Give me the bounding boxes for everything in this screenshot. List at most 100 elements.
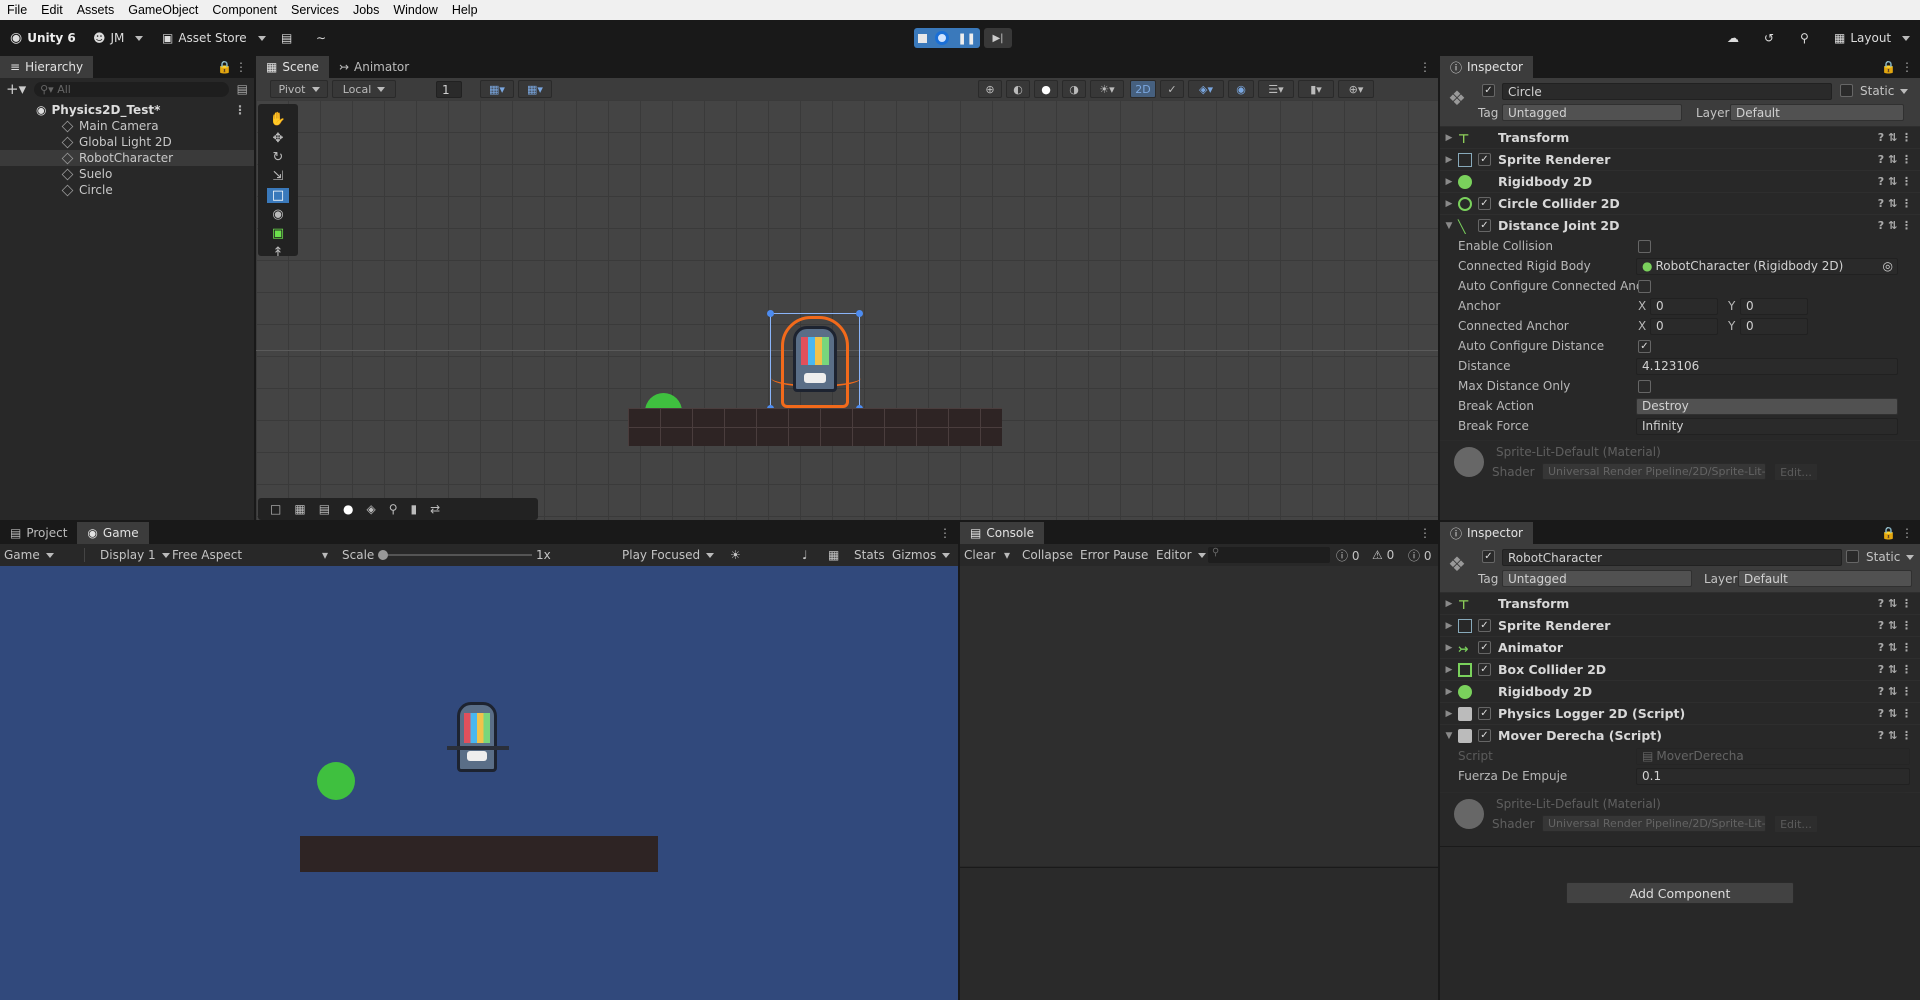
menu-file[interactable]: File — [0, 3, 34, 17]
history-icon[interactable]: ↺ — [1764, 31, 1774, 45]
component-enabled-checkbox[interactable]: ✓ — [1478, 729, 1491, 742]
layers-icon[interactable]: ☰▾ — [1258, 80, 1294, 98]
menu-jobs[interactable]: Jobs — [346, 3, 386, 17]
game-menu-icon[interactable]: ⋮ — [939, 526, 951, 540]
component-transform[interactable]: ▶ ⊤ Transform ? ⇅ ⋮ — [1440, 592, 1920, 614]
ground-object[interactable] — [628, 408, 1002, 446]
robot-selection-rect[interactable] — [767, 310, 863, 412]
audio-fx-icon[interactable]: ◈▾ — [1188, 80, 1224, 98]
tag-dropdown[interactable]: Untagged — [1502, 104, 1682, 121]
shader-dropdown[interactable]: Universal Render Pipeline/2D/Sprite-Lit-… — [1542, 463, 1766, 480]
clear-button[interactable]: Clear — [964, 548, 995, 562]
enable-collision-checkbox[interactable] — [1638, 239, 1651, 253]
stats-button[interactable]: Stats — [854, 548, 885, 562]
component-actions[interactable]: ? ⇅ ⋮ — [1878, 641, 1912, 654]
inspector-menu-icon[interactable]: ⋮ — [1901, 60, 1913, 74]
tab-console[interactable]: ▤ Console — [960, 522, 1044, 544]
menu-edit[interactable]: Edit — [34, 3, 70, 17]
lock-icon[interactable]: 🔒 — [1881, 60, 1896, 74]
clear-caret-icon[interactable]: ▾ — [1004, 548, 1010, 562]
shading-wire-icon[interactable]: ◐ — [1006, 80, 1030, 98]
aspect-caret-icon[interactable]: ▾ — [322, 548, 328, 562]
static-checkbox[interactable] — [1840, 84, 1853, 97]
component-enabled-checkbox[interactable]: ✓ — [1478, 707, 1491, 720]
menu-services[interactable]: Services — [284, 3, 346, 17]
unity-button[interactable]: ◉ Unity 6 — [10, 30, 76, 46]
scale-slider-handle[interactable] — [378, 550, 388, 560]
tab-game[interactable]: ◉ Game — [77, 522, 149, 544]
resize-handle[interactable] — [767, 310, 774, 317]
transform-tool-icon[interactable]: ◉ — [272, 207, 283, 222]
debug-icon[interactable]: ☀▾ — [1090, 80, 1124, 98]
auto-configure-distance-checkbox[interactable]: ✓ — [1638, 339, 1651, 353]
auto-configure-connected-checkbox[interactable] — [1638, 279, 1651, 293]
hierarchy-search-input[interactable]: ⚲▾ All — [34, 81, 229, 97]
lock-icon[interactable]: 🔒 — [1881, 526, 1896, 540]
component-distance-joint[interactable]: ▼ ╲ ✓ Distance Joint 2D ? ⇅ ⋮ — [1440, 214, 1920, 236]
component-actions[interactable]: ? ⇅ ⋮ — [1878, 219, 1912, 232]
tab-inspector[interactable]: ⓘ Inspector — [1440, 522, 1533, 544]
hierarchy-item[interactable]: RobotCharacter — [0, 150, 254, 166]
add-component-button[interactable]: Add Component — [1566, 882, 1794, 904]
overlay-rect-icon[interactable]: □ — [270, 502, 281, 516]
connected-anchor-x-input[interactable]: 0 — [1650, 317, 1718, 335]
component-enabled-checkbox[interactable]: ✓ — [1478, 619, 1491, 632]
menu-help[interactable]: Help — [445, 3, 485, 17]
shading-solid-icon[interactable]: ● — [1034, 80, 1058, 98]
active-checkbox[interactable]: ✓ — [1482, 84, 1495, 97]
component-enabled-checkbox[interactable]: ✓ — [1478, 641, 1491, 654]
scene-menu-icon[interactable]: ⋮ — [1419, 60, 1431, 74]
hierarchy-item[interactable]: Circle — [0, 182, 254, 198]
anchor-y-input[interactable]: 0 — [1740, 297, 1808, 315]
component-actions[interactable]: ? ⇅ ⋮ — [1878, 197, 1912, 210]
package-icon[interactable]: ▤ — [281, 31, 292, 45]
layer-dropdown[interactable]: Default — [1730, 104, 1904, 121]
info-count-icon[interactable]: ⓘ 0 — [1336, 547, 1359, 564]
console-log-area[interactable] — [960, 566, 1438, 866]
play-focused-dropdown[interactable]: Play Focused — [622, 548, 714, 562]
component-actions[interactable]: ? ⇅ ⋮ — [1878, 153, 1912, 166]
gizmos-icon[interactable]: ⊕▾ — [1338, 80, 1374, 98]
fuerza-input[interactable]: 0.1 — [1636, 767, 1910, 785]
scale-tool-icon[interactable]: ⇲ — [273, 169, 284, 184]
asset-store-dropdown[interactable]: ▣ Asset Store — [162, 31, 266, 45]
component-box-collider[interactable]: ▶ ✓ Box Collider 2D ? ⇅ ⋮ — [1440, 658, 1920, 680]
console-detail-area[interactable] — [960, 867, 1438, 1000]
component-enabled-checkbox[interactable]: ✓ — [1478, 197, 1491, 210]
camera-icon[interactable]: ▮▾ — [1298, 80, 1334, 98]
rotate-tool-icon[interactable]: ↻ — [273, 150, 284, 165]
component-actions[interactable]: ? ⇅ ⋮ — [1878, 597, 1912, 610]
mode-2d-button[interactable]: 2D — [1130, 80, 1156, 98]
component-enabled-checkbox[interactable]: ✓ — [1478, 219, 1491, 232]
menu-assets[interactable]: Assets — [70, 3, 122, 17]
overlay-circle-icon[interactable]: ● — [343, 502, 353, 516]
pause-button-icon[interactable]: ❚❚ — [957, 32, 975, 45]
object-name-input[interactable]: Circle — [1502, 83, 1832, 100]
search-icon[interactable]: ⚲ — [1800, 31, 1809, 45]
object-name-input[interactable]: RobotCharacter — [1502, 549, 1842, 566]
warning-count-icon[interactable]: ⚠ 0 — [1372, 548, 1394, 562]
component-actions[interactable]: ? ⇅ ⋮ — [1878, 663, 1912, 676]
orientation-icon[interactable]: ⊕ — [978, 80, 1002, 98]
menu-component[interactable]: Component — [205, 3, 284, 17]
component-enabled-checkbox[interactable]: ✓ — [1478, 663, 1491, 676]
game-mode-dropdown[interactable]: Game — [4, 548, 54, 562]
menu-window[interactable]: Window — [386, 3, 444, 17]
grid-toggle-icon[interactable]: ▦▾ — [480, 80, 514, 98]
object-picker-icon[interactable]: ◎ — [1883, 259, 1893, 273]
component-rigidbody[interactable]: ▶ Rigidbody 2D ? ⇅ ⋮ — [1440, 170, 1920, 192]
component-enabled-checkbox[interactable]: ✓ — [1478, 153, 1491, 166]
audio-icon[interactable]: ♩ — [802, 548, 808, 562]
aspect-dropdown[interactable]: Free Aspect — [172, 548, 242, 562]
tab-hierarchy[interactable]: ≡ Hierarchy — [0, 56, 94, 78]
max-distance-only-checkbox[interactable] — [1638, 379, 1651, 393]
component-transform[interactable]: ▶ ⊤ Transform ? ⇅ ⋮ — [1440, 126, 1920, 148]
cloud-icon[interactable]: ☁ — [1727, 31, 1739, 45]
shader-dropdown[interactable]: Universal Render Pipeline/2D/Sprite-Lit-… — [1542, 815, 1766, 832]
error-count-icon[interactable]: ⓘ 0 — [1408, 547, 1431, 564]
overlay-tilemap-icon[interactable]: ▤ — [319, 502, 330, 516]
overlay-grid-icon[interactable]: ▦ — [294, 502, 305, 516]
hierarchy-item[interactable]: Main Camera — [0, 118, 254, 134]
component-actions[interactable]: ? ⇅ ⋮ — [1878, 619, 1912, 632]
break-force-input[interactable]: Infinity — [1636, 417, 1898, 435]
